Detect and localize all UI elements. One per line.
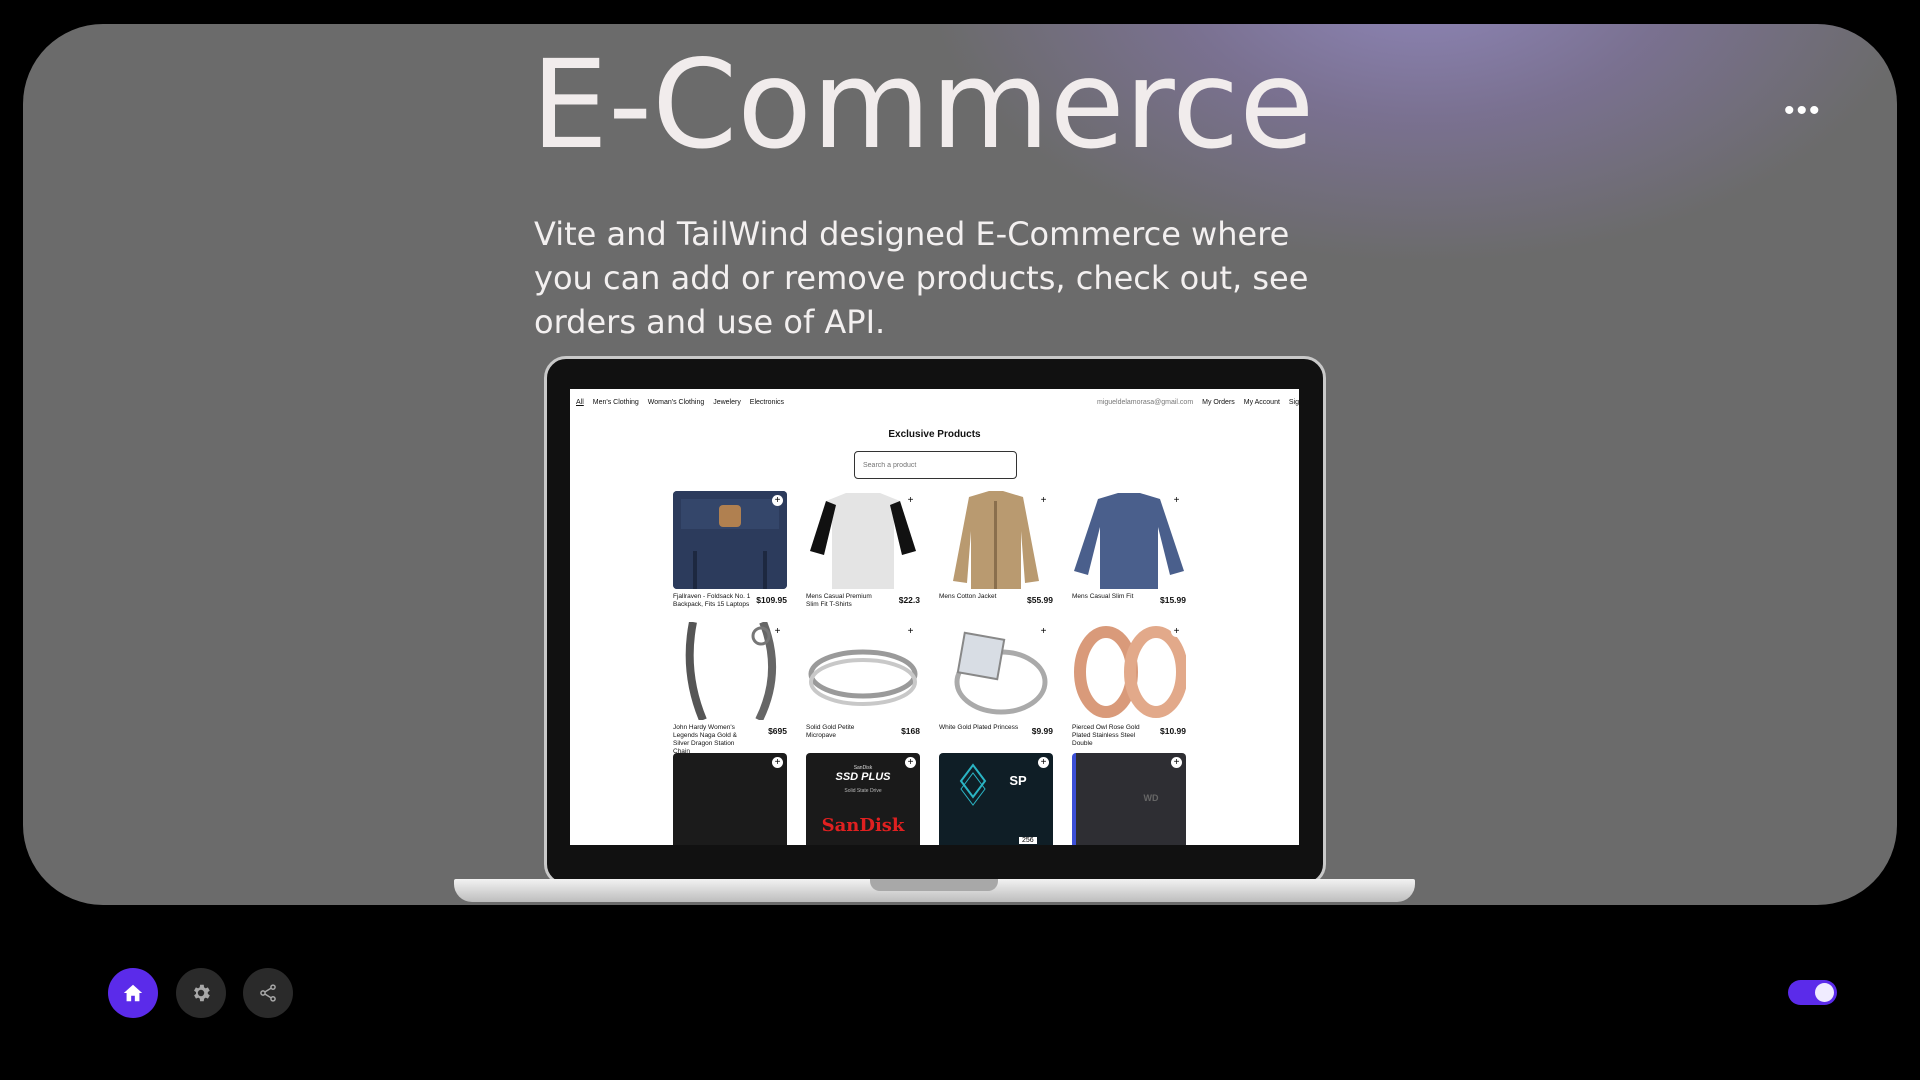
site-heading: Exclusive Products <box>888 429 981 440</box>
laptop-notch <box>870 879 998 891</box>
solid-state-label: Solid State Drive <box>844 788 882 794</box>
add-to-cart-icon[interactable]: + <box>905 626 916 637</box>
product-card[interactable]: + Mens Casual Premium Slim Fit T-Shirts … <box>806 491 920 616</box>
product-image-princess-ring <box>939 622 1053 720</box>
product-image-backpack <box>673 491 787 589</box>
product-image-sandisk-ssd: SanDisk SSD PLUS Solid State Drive SanDi… <box>806 753 920 845</box>
add-to-cart-icon[interactable]: + <box>1038 495 1049 506</box>
share-button[interactable] <box>243 968 293 1018</box>
product-card[interactable]: + <box>673 753 787 845</box>
add-to-cart-icon[interactable]: + <box>1038 757 1049 768</box>
product-card[interactable]: + John Hardy Women's Legends Naga Gold &… <box>673 622 787 755</box>
product-name: Mens Cotton Jacket <box>939 593 997 600</box>
product-card[interactable]: + Mens Cotton Jacket $55.99 <box>939 491 1053 616</box>
nav-jewelery[interactable]: Jewelery <box>713 399 741 406</box>
product-name: White Gold Plated Princess <box>939 724 1019 731</box>
product-image-tshirt <box>806 491 920 589</box>
product-name: John Hardy Women's Legends Naga Gold & S… <box>673 724 737 755</box>
product-image-wd-drive: WD <box>1072 753 1186 845</box>
product-card[interactable]: SanDisk SSD PLUS Solid State Drive SanDi… <box>806 753 920 845</box>
nav-womans-clothing[interactable]: Woman's Clothing <box>648 399 704 406</box>
sandisk-logo: SanDisk <box>821 815 905 836</box>
product-price: $168 <box>901 726 920 736</box>
toggle-knob <box>1815 983 1834 1002</box>
add-to-cart-icon[interactable]: + <box>905 495 916 506</box>
product-price: $15.99 <box>1160 595 1186 605</box>
project-title: E-Commerce <box>531 34 1315 176</box>
laptop-screen-preview: All Men's Clothing Woman's Clothing Jewe… <box>570 389 1299 845</box>
add-to-cart-icon[interactable]: + <box>772 757 783 768</box>
product-price: $10.99 <box>1160 726 1186 736</box>
product-price: $55.99 <box>1027 595 1053 605</box>
home-icon <box>123 984 143 1002</box>
wd-logo: WD <box>1143 793 1159 803</box>
product-image-hard-drive-black <box>673 753 787 845</box>
share-icon <box>260 984 276 1002</box>
nav-mens-clothing[interactable]: Men's Clothing <box>593 399 639 406</box>
product-image-micropave-ring <box>806 622 920 720</box>
product-name: Mens Casual Premium Slim Fit T-Shirts <box>806 593 872 608</box>
product-price: $109.95 <box>756 595 787 605</box>
product-price: $695 <box>768 726 787 736</box>
sp-capacity-label: 256 <box>1019 837 1037 844</box>
add-to-cart-icon[interactable]: + <box>772 626 783 637</box>
product-name: Mens Casual Slim Fit <box>1072 593 1134 600</box>
nav-my-account[interactable]: My Account <box>1244 399 1280 406</box>
product-name: Fjallraven - Foldsack No. 1 Backpack, Fi… <box>673 593 751 608</box>
ssd-plus-label: SSD PLUS <box>835 771 891 783</box>
product-card[interactable]: + Solid Gold Petite Micropave $168 <box>806 622 920 747</box>
add-to-cart-icon[interactable]: + <box>1171 626 1182 637</box>
product-search-input[interactable] <box>854 451 1017 479</box>
product-card[interactable]: WD + <box>1072 753 1186 845</box>
project-description: Vite and TailWind designed E-Commerce wh… <box>534 215 1309 341</box>
product-image-rose-gold-plugs <box>1072 622 1186 720</box>
add-to-cart-icon[interactable]: + <box>905 757 916 768</box>
home-button[interactable] <box>108 968 158 1018</box>
product-card[interactable]: + Mens Casual Slim Fit $15.99 <box>1072 491 1186 616</box>
gear-icon <box>194 984 210 1002</box>
more-options-icon[interactable]: ••• <box>1784 96 1822 126</box>
product-card[interactable]: + Pierced Owl Rose Gold Plated Stainless… <box>1072 622 1186 747</box>
add-to-cart-icon[interactable]: + <box>1171 757 1182 768</box>
nav-sign[interactable]: Sig <box>1289 399 1299 406</box>
nav-user-email: migueldelamorasa@gmail.com <box>1096 399 1194 406</box>
sp-logo: SP <box>1009 773 1027 788</box>
theme-toggle[interactable] <box>1788 980 1837 1005</box>
product-price: $9.99 <box>1031 726 1053 736</box>
product-name: Pierced Owl Rose Gold Plated Stainless S… <box>1072 724 1140 747</box>
add-to-cart-icon[interactable]: + <box>772 495 783 506</box>
site-navbar: All Men's Clothing Woman's Clothing Jewe… <box>576 399 1299 411</box>
product-card[interactable]: + White Gold Plated Princess $9.99 <box>939 622 1053 747</box>
nav-electronics[interactable]: Electronics <box>750 399 784 406</box>
product-image-chain-bracelet <box>673 622 787 720</box>
product-image-slim-fit <box>1072 491 1186 589</box>
product-image-jacket <box>939 491 1053 589</box>
nav-all[interactable]: All <box>576 399 584 406</box>
product-name: Solid Gold Petite Micropave <box>806 724 855 739</box>
product-image-silicon-power-ssd: SP 256 <box>939 753 1053 845</box>
add-to-cart-icon[interactable]: + <box>1171 495 1182 506</box>
add-to-cart-icon[interactable]: + <box>1038 626 1049 637</box>
product-price: $22.3 <box>898 595 920 605</box>
settings-button[interactable] <box>176 968 226 1018</box>
nav-my-orders[interactable]: My Orders <box>1202 399 1235 406</box>
product-card[interactable]: SP 256 + <box>939 753 1053 845</box>
product-card[interactable]: + Fjallraven - Foldsack No. 1 Backpack, … <box>673 491 787 616</box>
